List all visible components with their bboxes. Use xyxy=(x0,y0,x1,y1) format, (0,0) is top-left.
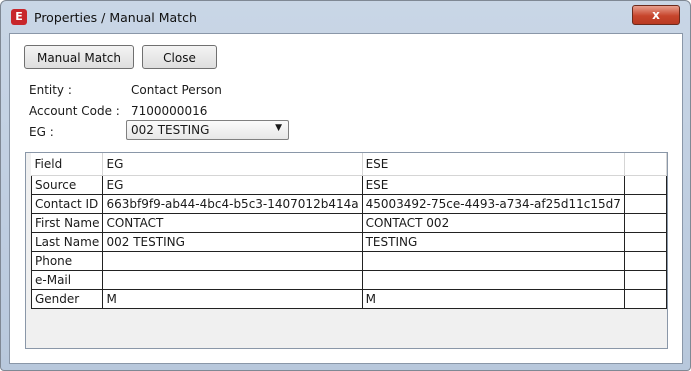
cell-extra[interactable] xyxy=(623,251,668,271)
window-close-button[interactable]: x xyxy=(632,5,680,25)
cell-eg[interactable] xyxy=(102,270,363,290)
cell-ese[interactable] xyxy=(361,270,625,290)
cell-field[interactable]: Last Name xyxy=(30,232,104,252)
cell-field[interactable]: First Name xyxy=(30,213,104,233)
cell-ese[interactable]: CONTACT 002 xyxy=(361,213,625,233)
table-row[interactable]: Contact ID 663bf9f9-ab44-4bc4-b5c3-140701… xyxy=(30,194,668,214)
cell-ese[interactable]: M xyxy=(361,289,625,309)
chevron-down-icon[interactable]: ▼ xyxy=(275,123,282,133)
comparison-table: Field EG ESE Source EG ESE Contact ID 663bf9… xyxy=(30,153,668,309)
cell-field[interactable]: Gender xyxy=(30,289,104,309)
app-e-icon: E xyxy=(11,9,27,25)
cell-ese[interactable]: TESTING xyxy=(361,232,625,252)
table-header-row: Field EG ESE xyxy=(31,153,668,176)
cell-field[interactable]: e-Mail xyxy=(30,270,104,290)
column-header-field[interactable]: Field xyxy=(31,153,104,176)
cell-extra[interactable] xyxy=(623,194,668,214)
close-button[interactable]: Close xyxy=(142,45,217,69)
table-row[interactable]: Last Name 002 TESTING TESTING xyxy=(30,232,668,252)
cell-eg[interactable]: M xyxy=(102,289,363,309)
column-header-ese[interactable]: ESE xyxy=(362,153,625,176)
cell-extra[interactable] xyxy=(623,232,668,252)
table-row[interactable]: First Name CONTACT CONTACT 002 xyxy=(30,213,668,233)
cell-eg[interactable]: 663bf9f9-ab44-4bc4-b5c3-1407012b414a xyxy=(102,194,363,214)
cell-extra[interactable] xyxy=(623,270,668,290)
cell-eg[interactable] xyxy=(102,251,363,271)
manual-match-button[interactable]: Manual Match xyxy=(24,45,134,69)
eg-select[interactable]: 002 TESTING ▼ xyxy=(126,120,289,140)
table-row[interactable]: Source EG ESE xyxy=(30,175,668,195)
cell-ese[interactable] xyxy=(361,251,625,271)
cell-extra[interactable] xyxy=(623,289,668,309)
properties-window: E Properties / Manual Match x Manual Mat… xyxy=(0,0,691,371)
cell-ese[interactable]: 45003492-75ce-4493-a734-af25d11c15d7 xyxy=(361,194,625,214)
comparison-grid: Field EG ESE Source EG ESE Contact ID 663bf9… xyxy=(25,152,668,349)
cell-field[interactable]: Contact ID xyxy=(30,194,104,214)
table-row[interactable]: e-Mail xyxy=(30,270,668,290)
cell-eg[interactable]: EG xyxy=(102,175,363,195)
eg-select-value: 002 TESTING xyxy=(131,123,210,137)
title-bar[interactable]: E Properties / Manual Match x xyxy=(1,1,690,33)
account-code-value: 7100000016 xyxy=(131,104,208,118)
table-row[interactable]: Gender M M xyxy=(30,289,668,309)
cell-extra[interactable] xyxy=(623,213,668,233)
column-header-empty xyxy=(624,153,668,176)
cell-ese[interactable]: ESE xyxy=(361,175,625,195)
cell-field[interactable]: Source xyxy=(30,175,104,195)
cell-field[interactable]: Phone xyxy=(30,251,104,271)
account-code-label: Account Code : xyxy=(29,104,120,118)
column-header-eg[interactable]: EG xyxy=(102,153,363,176)
cell-eg[interactable]: 002 TESTING xyxy=(102,232,363,252)
entity-label: Entity : xyxy=(29,83,72,97)
entity-value: Contact Person xyxy=(131,83,222,97)
eg-label: EG : xyxy=(29,125,54,139)
window-title: Properties / Manual Match xyxy=(34,10,197,25)
cell-eg[interactable]: CONTACT xyxy=(102,213,363,233)
table-row[interactable]: Phone xyxy=(30,251,668,271)
dialog-content: Manual Match Close Entity : Contact Pers… xyxy=(9,33,683,364)
cell-extra[interactable] xyxy=(623,175,668,195)
